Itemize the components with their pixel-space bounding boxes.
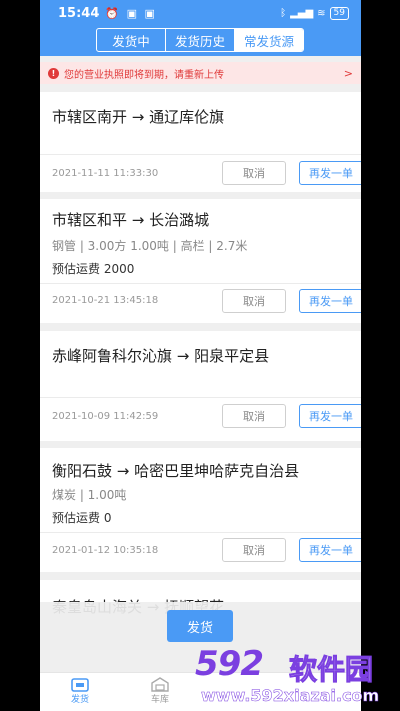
date-text: 2021-01-12 10:35:18	[52, 545, 159, 556]
cancel-button[interactable]: 取消	[222, 289, 286, 313]
garage-icon	[151, 677, 169, 692]
warning-icon: !	[48, 67, 59, 79]
signal-icon: ▂▄▆	[290, 7, 314, 19]
divider	[40, 532, 361, 533]
notification-icons: ⏰ ▣ ▣	[105, 6, 157, 20]
license-notice[interactable]: ! 您的营业执照即将到期，请重新上传 >	[40, 62, 361, 84]
nav-item-garage[interactable]: 车库	[130, 677, 190, 705]
chevron-right-icon: >	[343, 66, 353, 80]
watermark-url: www.592xiazai.com	[201, 686, 380, 706]
tab-bar: 发货中 发货历史 常发货源	[40, 26, 361, 56]
tab-frequent-sources[interactable]: 常发货源	[234, 29, 303, 51]
app-screen: 15:44 ⏰ ▣ ▣ ᛒ ▂▄▆ ≋ 59 发货中 发货历史 常发货源 ! 您…	[40, 0, 361, 711]
date-text: 2021-10-21 13:45:18	[52, 295, 159, 306]
date-text: 2021-10-09 11:42:59	[52, 411, 159, 422]
list-item[interactable]: 市辖区和平 → 长治潞城 钢管 | 3.00方 1.00吨 | 高栏 | 2.7…	[40, 199, 361, 323]
ship-icon	[71, 678, 89, 692]
list-item[interactable]: 衡阳石鼓 → 哈密巴里坤哈萨克自治县 煤炭 | 1.00吨 预估运费 0 202…	[40, 448, 361, 572]
ship-button[interactable]: 发货	[167, 610, 233, 642]
divider	[40, 283, 361, 284]
route-text: 市辖区和平 → 长治潞城	[52, 211, 210, 229]
repost-button[interactable]: 再发一单	[299, 289, 361, 313]
repost-button[interactable]: 再发一单	[299, 161, 361, 185]
bluetooth-icon: ᛒ	[280, 7, 287, 19]
divider	[40, 397, 361, 398]
watermark: 592 软件园 www.592xiazai.com	[195, 640, 400, 711]
tab-history[interactable]: 发货历史	[165, 29, 234, 51]
wifi-icon: ≋	[317, 7, 326, 19]
nav-item-ship[interactable]: 发货	[50, 677, 110, 705]
status-time: 15:44	[58, 5, 100, 21]
repost-button[interactable]: 再发一单	[299, 538, 361, 562]
segmented-control: 发货中 发货历史 常发货源	[96, 28, 304, 52]
divider	[40, 154, 361, 155]
date-text: 2021-11-11 11:33:30	[52, 168, 159, 179]
estimated-fee: 预估运费 2000	[52, 262, 135, 276]
route-text: 衡阳石鼓 → 哈密巴里坤哈萨克自治县	[52, 462, 300, 480]
list-item[interactable]: 赤峰阿鲁科尔沁旗 → 阳泉平定县 2021-10-09 11:42:59 取消 …	[40, 331, 361, 441]
status-bar: 15:44 ⏰ ▣ ▣ ᛒ ▂▄▆ ≋ 59	[40, 0, 361, 26]
notice-text: 您的营业执照即将到期，请重新上传	[64, 69, 224, 81]
list-item[interactable]: 市辖区南开 → 通辽库伦旗 2021-11-11 11:33:30 取消 再发一…	[40, 92, 361, 192]
repost-button[interactable]: 再发一单	[299, 404, 361, 428]
cargo-spec: 钢管 | 3.00方 1.00吨 | 高栏 | 2.7米	[52, 239, 248, 253]
route-text: 市辖区南开 → 通辽库伦旗	[52, 108, 225, 126]
estimated-fee: 预估运费 0	[52, 511, 112, 525]
watermark-text: 软件园	[288, 653, 374, 687]
tab-shipping[interactable]: 发货中	[97, 29, 165, 51]
cancel-button[interactable]: 取消	[222, 161, 286, 185]
nav-label: 发货	[70, 695, 89, 705]
battery-icon: 59	[329, 6, 349, 20]
cancel-button[interactable]: 取消	[222, 538, 286, 562]
cancel-button[interactable]: 取消	[222, 404, 286, 428]
nav-label: 车库	[150, 695, 169, 705]
cargo-spec: 煤炭 | 1.00吨	[52, 488, 127, 502]
route-text: 赤峰阿鲁科尔沁旗 → 阳泉平定县	[52, 347, 270, 365]
status-right: ᛒ ▂▄▆ ≋ 59	[280, 6, 349, 20]
watermark-logo: 592	[195, 644, 264, 684]
